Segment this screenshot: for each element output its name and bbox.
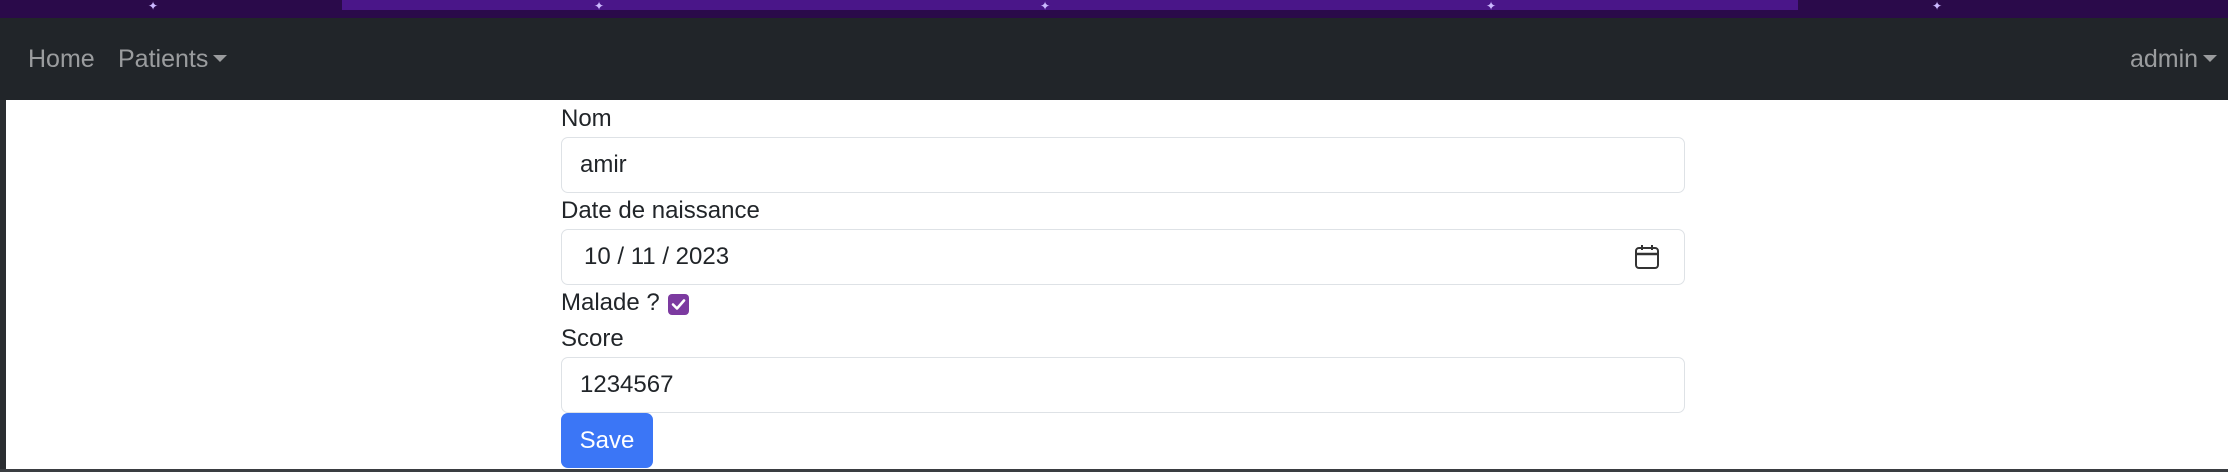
date-naissance-label: Date de naissance <box>561 197 760 224</box>
navbar: Home Patients admin <box>0 18 2228 100</box>
sparkle-icon: ✦ <box>594 0 605 13</box>
date-year[interactable]: 2023 <box>676 243 729 270</box>
nom-input[interactable]: amir <box>561 137 1685 193</box>
chevron-down-icon <box>213 54 228 62</box>
date-day[interactable]: 10 <box>584 243 611 270</box>
date-naissance-input[interactable]: 10 / 11 / 2023 <box>561 229 1685 285</box>
save-button[interactable]: Save <box>561 413 653 468</box>
sparkle-icon: ✦ <box>148 0 159 13</box>
window-left-edge <box>0 100 6 472</box>
nom-label: Nom <box>561 105 612 132</box>
score-input[interactable]: 1234567 <box>561 357 1685 413</box>
sparkle-icon: ✦ <box>1486 0 1497 13</box>
date-separator: / <box>662 243 669 270</box>
chevron-down-icon <box>2203 54 2218 62</box>
user-menu-label: admin <box>2130 45 2199 73</box>
browser-top-strip: ✦ ✦ ✦ ✦ ✦ <box>0 0 2228 18</box>
check-icon <box>671 299 686 310</box>
calendar-icon[interactable] <box>1634 243 1660 271</box>
date-separator: / <box>617 243 625 270</box>
sparkle-icon: ✦ <box>1040 0 1051 13</box>
nav-patients-dropdown[interactable]: Patients <box>118 44 228 74</box>
top-strip-highlight <box>342 0 1798 10</box>
nav-patients-label: Patients <box>118 45 209 73</box>
malade-label: Malade ? <box>561 289 660 316</box>
score-label: Score <box>561 325 624 352</box>
sparkle-icon: ✦ <box>1932 0 1943 13</box>
malade-checkbox[interactable] <box>668 294 689 315</box>
date-month[interactable]: 11 <box>631 243 656 270</box>
user-menu-dropdown[interactable]: admin <box>2130 44 2218 74</box>
nav-home-link[interactable]: Home <box>28 44 95 74</box>
